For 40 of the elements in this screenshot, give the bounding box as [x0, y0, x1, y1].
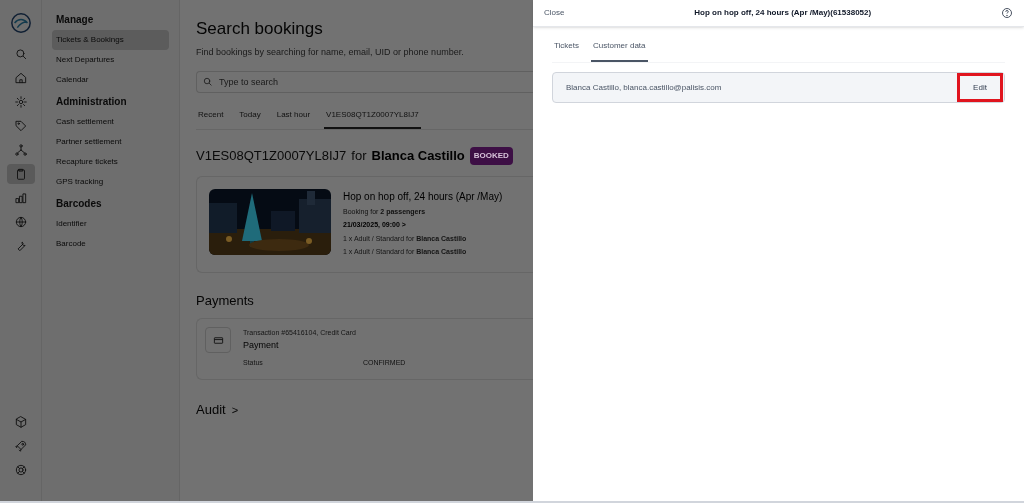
nav-section-title: Barcodes — [55, 197, 103, 211]
page-title: Search bookings — [196, 18, 324, 40]
tab[interactable]: Customer data — [591, 40, 648, 62]
tab[interactable]: V1ES08QT1Z0007YL8IJ7 — [324, 109, 421, 129]
nav-item[interactable]: Barcode — [52, 234, 169, 254]
nav-item[interactable]: Calendar — [52, 70, 169, 90]
close-link[interactable]: Close — [544, 7, 565, 19]
search-field[interactable]: Type to search — [196, 71, 533, 93]
logo-icon — [9, 12, 32, 34]
tab[interactable]: Tickets — [552, 40, 582, 62]
clipboard-icon[interactable] — [6, 164, 35, 184]
credit-card-icon — [212, 334, 224, 346]
booking-code: V1ES08QT1Z0007YL8IJ7 — [196, 147, 347, 165]
help-icon — [1001, 7, 1013, 19]
nav-item[interactable]: GPS tracking — [52, 172, 169, 192]
nav-item[interactable]: Next Departures — [52, 50, 169, 70]
page-subtitle: Find bookings by searching for name, email, UID or phone number. — [196, 45, 465, 59]
search-icon — [202, 76, 213, 87]
nav-section-title: Manage — [55, 13, 95, 27]
nav-item[interactable]: Partner settlement — [52, 132, 169, 152]
drawer-title: Hop on hop off, 24 hours (Apr /May)(61538052) — [693, 7, 873, 19]
nav-item[interactable]: Tickets & Bookings — [52, 30, 169, 50]
nav-item[interactable]: Cash settlement — [52, 112, 169, 132]
help-button[interactable] — [1001, 7, 1013, 19]
nav-section-title: Administration — [55, 95, 128, 109]
nav-item[interactable]: Identifier — [52, 214, 169, 234]
tab[interactable]: Today — [237, 109, 263, 129]
payment-name: Payment — [243, 338, 280, 352]
edit-button[interactable]: Edit — [957, 73, 1003, 102]
nav-item[interactable]: Recapture tickets — [52, 152, 169, 172]
section-title: Payments — [196, 291, 255, 310]
tab[interactable]: Last hour — [274, 109, 313, 129]
section-title: Audit — [196, 401, 226, 419]
product-title: Hop on hop off, 24 hours (Apr /May) — [343, 189, 503, 204]
booking-for-label: for — [351, 147, 367, 165]
customer-data-text: Blanca Castillo, blanca.castillo@palisis.com — [566, 81, 723, 94]
chevron-icon[interactable]: > — [231, 401, 239, 418]
tab[interactable]: Recent — [196, 109, 226, 129]
customer-name: Blanca Castillo — [371, 147, 465, 165]
status-badge: BOOKED — [469, 146, 513, 165]
